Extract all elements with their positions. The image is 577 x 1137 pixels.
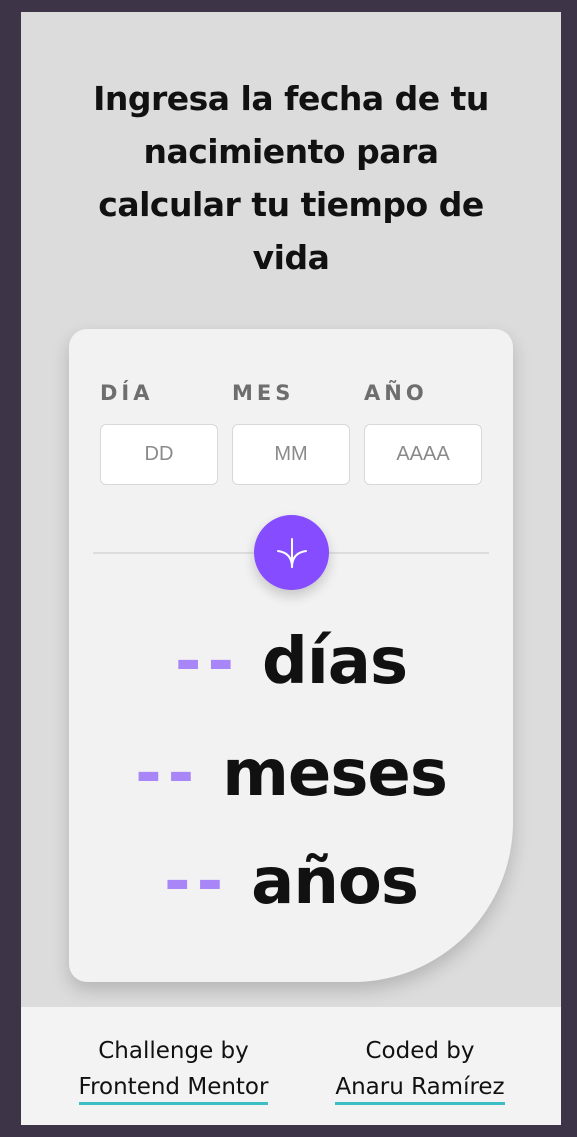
year-label: AÑO bbox=[364, 381, 428, 405]
month-label: MES bbox=[232, 381, 295, 405]
frontend-mentor-link[interactable]: Frontend Mentor bbox=[78, 1072, 269, 1105]
page-title-line: vida bbox=[252, 238, 330, 277]
year-input[interactable]: AAAA bbox=[364, 424, 482, 485]
result-months-unit: meses bbox=[222, 737, 448, 811]
result-years-unit: años bbox=[251, 845, 419, 919]
coded-credit: Coded by Anaru Ramírez bbox=[311, 1033, 529, 1105]
challenge-credit: Challenge by Frontend Mentor bbox=[61, 1033, 286, 1105]
result-days-unit: días bbox=[262, 625, 408, 699]
result-years-value: -- bbox=[164, 845, 230, 919]
day-input-placeholder: DD bbox=[144, 443, 174, 465]
year-input-placeholder: AAAA bbox=[396, 443, 450, 465]
result-days: -- días bbox=[69, 622, 513, 702]
page-title-line: calcular tu tiempo de bbox=[98, 185, 484, 224]
page-title-line: nacimiento para bbox=[143, 132, 439, 171]
month-input[interactable]: MM bbox=[232, 424, 350, 485]
page: Ingresa la fecha de tu nacimiento para c… bbox=[21, 12, 561, 1125]
page-title-line: Ingresa la fecha de tu bbox=[93, 79, 489, 118]
result-months-value: -- bbox=[135, 737, 201, 811]
author-link[interactable]: Anaru Ramírez bbox=[335, 1072, 505, 1105]
result-months: -- meses bbox=[69, 734, 513, 814]
result-years: -- años bbox=[69, 842, 513, 922]
submit-button[interactable] bbox=[254, 515, 329, 590]
arrow-down-icon bbox=[276, 537, 307, 568]
coded-credit-text: Coded by bbox=[365, 1038, 475, 1064]
age-calculator-card: DÍA MES AÑO DD MM AAAA -- días -- meses --… bbox=[69, 329, 513, 982]
footer: Challenge by Frontend Mentor Coded by An… bbox=[21, 1007, 561, 1125]
result-days-value: -- bbox=[174, 625, 241, 699]
challenge-credit-text: Challenge by bbox=[98, 1038, 249, 1064]
day-label: DÍA bbox=[100, 381, 154, 405]
page-title: Ingresa la fecha de tu nacimiento para c… bbox=[21, 72, 561, 284]
day-input[interactable]: DD bbox=[100, 424, 218, 485]
month-input-placeholder: MM bbox=[274, 443, 308, 465]
